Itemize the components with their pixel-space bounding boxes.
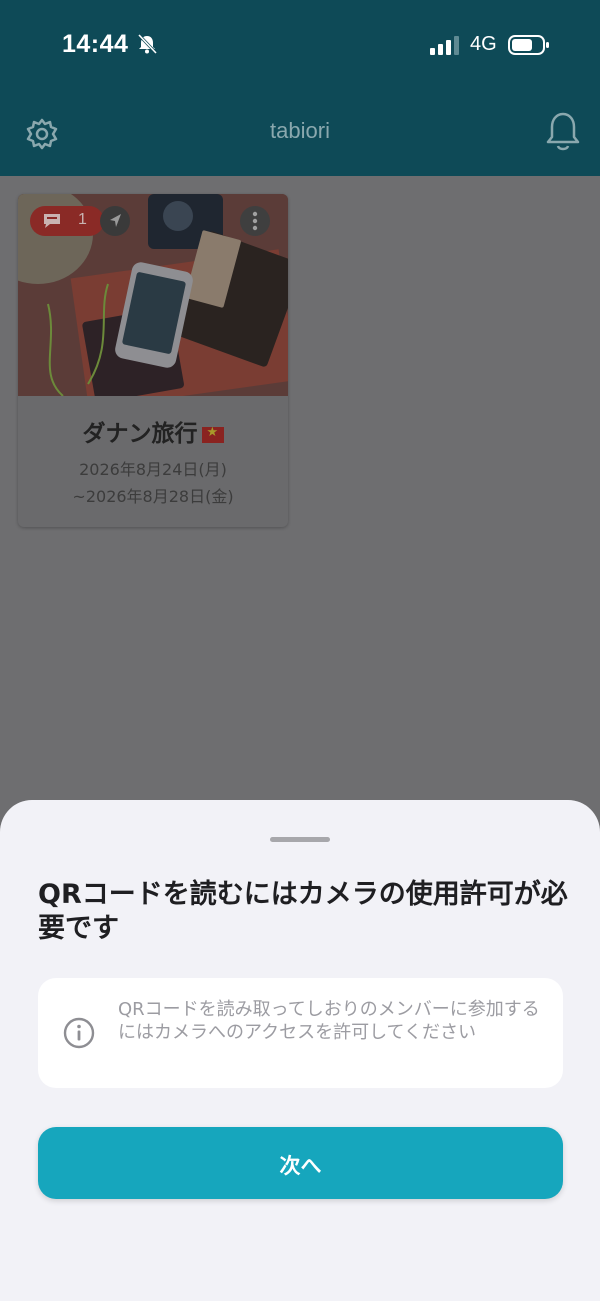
app-top-bar: 14:44 4G tabiori	[0, 0, 600, 176]
sheet-grabber[interactable]	[270, 837, 330, 842]
network-type: 4G	[470, 33, 497, 55]
trip-title: ダナン旅行	[18, 414, 288, 448]
vietnam-flag-icon	[201, 425, 224, 443]
trip-card[interactable]: 1 ダナン旅行 2026年8月24日(月) ~2026年8月28日(金)	[18, 194, 288, 527]
trip-cover-photo: 1	[18, 194, 288, 396]
sheet-title: QRコードを読むにはカメラの使用許可が必要です	[38, 879, 568, 944]
more-vertical-icon[interactable]	[240, 206, 270, 236]
signal-bars-icon	[430, 36, 459, 55]
app-header: tabiori	[0, 88, 600, 176]
battery-icon	[508, 35, 549, 55]
next-button[interactable]: 次へ	[38, 1127, 563, 1199]
info-icon	[63, 1017, 95, 1049]
navigation-arrow-icon[interactable]	[100, 206, 130, 236]
app-title: tabiori	[270, 118, 330, 143]
info-text: QRコードを読み取ってしおりのメンバーに参加するにはカメラへのアクセスを許可して…	[118, 999, 540, 1043]
bell-icon[interactable]	[544, 110, 582, 154]
chat-icon	[44, 214, 60, 228]
chat-count: 1	[78, 211, 87, 228]
next-button-label: 次へ	[279, 1155, 322, 1178]
chat-badge[interactable]: 1	[30, 206, 104, 236]
trip-date-start: 2026年8月24日(月)	[79, 460, 227, 479]
bell-slash-icon	[137, 33, 158, 55]
trip-title-text: ダナン旅行	[82, 421, 198, 447]
info-box: QRコードを読み取ってしおりのメンバーに参加するにはカメラへのアクセスを許可して…	[38, 978, 563, 1088]
status-bar: 14:44 4G	[0, 0, 600, 88]
trip-dates: 2026年8月24日(月) ~2026年8月28日(金)	[18, 456, 288, 510]
status-time: 14:44	[62, 30, 129, 58]
trip-date-end: ~2026年8月28日(金)	[72, 487, 234, 506]
camera-permission-sheet: QRコードを読むにはカメラの使用許可が必要です QRコードを読み取ってしおりのメ…	[0, 800, 600, 1301]
